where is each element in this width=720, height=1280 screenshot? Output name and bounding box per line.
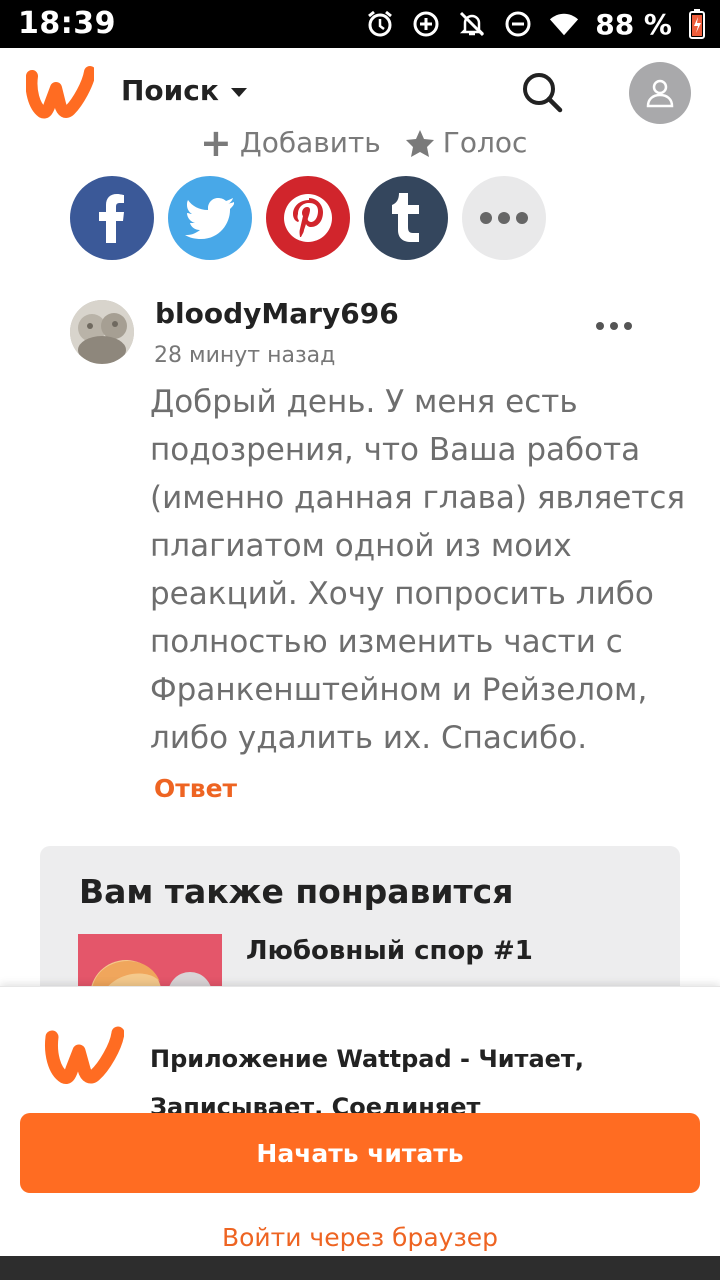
wattpad-logo[interactable]	[25, 64, 96, 120]
story-title[interactable]: Любовный спор #1	[246, 936, 533, 966]
facebook-icon	[99, 194, 124, 243]
user-avatar-button[interactable]	[629, 62, 691, 124]
add-label: Добавить	[239, 126, 381, 158]
search-menu[interactable]: Поиск	[121, 74, 247, 107]
story-actions: + Добавить Голос	[200, 118, 540, 159]
alarm-icon	[365, 9, 395, 39]
battery-percent: 88 %	[595, 7, 672, 41]
browser-login-link[interactable]: Войти через браузер	[0, 1223, 720, 1252]
search-menu-label: Поиск	[121, 74, 219, 107]
do-not-disturb-icon	[503, 9, 533, 39]
add-to-library-button[interactable]: + Добавить	[200, 120, 381, 159]
tumblr-icon	[392, 193, 419, 242]
comment-author[interactable]: bloodyMary696	[155, 297, 399, 330]
data-saver-icon	[411, 9, 441, 39]
twitter-share-button[interactable]	[168, 176, 252, 260]
more-icon	[480, 212, 528, 224]
system-navigation-bar	[0, 1256, 720, 1280]
user-icon	[646, 79, 674, 108]
tumblr-share-button[interactable]	[364, 176, 448, 260]
start-reading-button[interactable]: Начать читать	[20, 1113, 700, 1193]
notifications-off-icon	[457, 9, 487, 39]
status-time: 18:39	[18, 6, 116, 41]
app-install-banner: Приложение Wattpad - Читает, Записывает,…	[0, 986, 720, 1280]
battery-icon	[688, 9, 706, 39]
comment-timestamp: 28 минут назад	[154, 343, 336, 368]
chevron-down-icon	[230, 88, 247, 97]
wattpad-app-icon	[44, 1023, 125, 1087]
wifi-icon	[549, 9, 579, 39]
more-share-button[interactable]	[462, 176, 546, 260]
reply-button[interactable]: Ответ	[154, 774, 237, 803]
pinterest-icon	[284, 194, 332, 242]
recommendations-title: Вам также понравится	[79, 872, 514, 911]
comment-text: Добрый день. У меня есть подозрения, что…	[150, 384, 686, 756]
comment-more-icon[interactable]	[594, 316, 634, 336]
pinterest-share-button[interactable]	[266, 176, 350, 260]
vote-label: Голос	[442, 126, 528, 158]
search-icon[interactable]	[520, 70, 564, 114]
facebook-share-button[interactable]	[70, 176, 154, 260]
plus-icon: +	[200, 120, 232, 159]
share-buttons	[70, 176, 546, 260]
status-bar: 18:39 88 %	[0, 0, 720, 48]
vote-button[interactable]: Голос	[405, 126, 528, 158]
twitter-icon	[185, 198, 234, 239]
status-icons: 88 %	[365, 7, 706, 41]
commenter-avatar[interactable]	[70, 300, 134, 364]
star-icon	[405, 129, 434, 157]
